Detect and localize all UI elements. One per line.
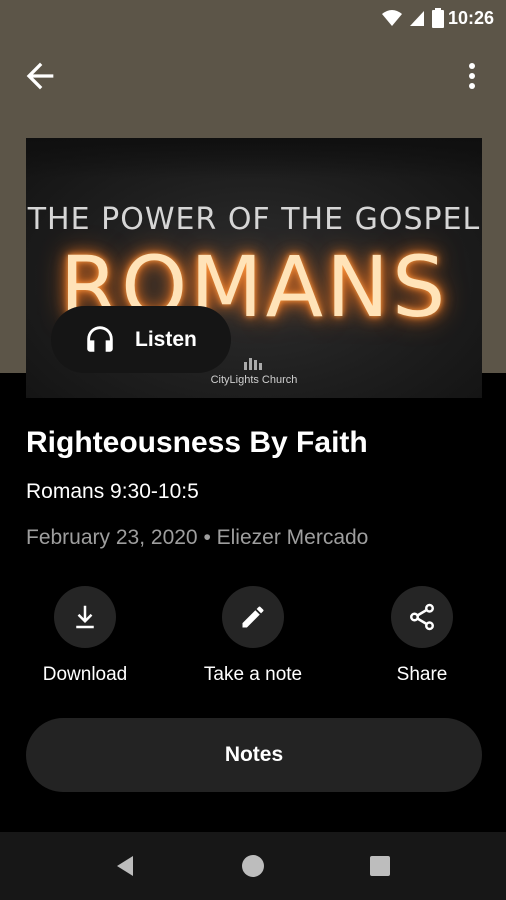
sermon-scripture: Romans 9:30-10:5 [26,480,199,503]
share-button[interactable] [391,586,453,648]
status-time: 10:26 [447,8,494,28]
sermon-title: Righteousness By Faith [26,426,368,459]
share-icon [410,603,434,631]
take-note-action[interactable]: Take a note [188,586,318,686]
wifi-icon [382,10,402,26]
sermon-meta: February 23, 2020 • Eliezer Mercado [26,526,369,549]
artwork-subtitle: THE POWER OF THE GOSPEL [27,202,481,237]
listen-button[interactable]: Listen [51,306,231,373]
download-icon [76,605,94,629]
more-vert-icon [469,63,475,89]
take-note-button[interactable] [222,586,284,648]
artwork-drape [26,138,482,178]
app-bar [0,36,506,112]
battery-icon [432,8,444,28]
recents-square-icon[interactable] [368,854,392,878]
church-logo-icon [244,358,262,370]
arrow-left-icon [26,62,54,90]
more-options-button[interactable] [452,56,492,96]
status-icons [382,8,444,28]
back-triangle-icon[interactable] [113,854,137,878]
cell-signal-icon [410,11,424,26]
pencil-icon [242,606,264,628]
home-circle-icon[interactable] [241,854,265,878]
headphones-icon [87,326,113,352]
status-bar: 10:26 [0,0,506,36]
listen-label: Listen [135,328,197,351]
back-button[interactable] [20,56,60,96]
download-button[interactable] [54,586,116,648]
artwork-church-name: CityLights Church [210,374,298,386]
download-action[interactable]: Download [20,586,150,686]
share-label: Share [396,664,448,685]
system-nav-bar [0,832,506,900]
notes-button[interactable]: Notes [26,718,482,792]
share-action[interactable]: Share [357,586,487,686]
take-note-label: Take a note [203,664,303,685]
download-label: Download [42,664,128,685]
